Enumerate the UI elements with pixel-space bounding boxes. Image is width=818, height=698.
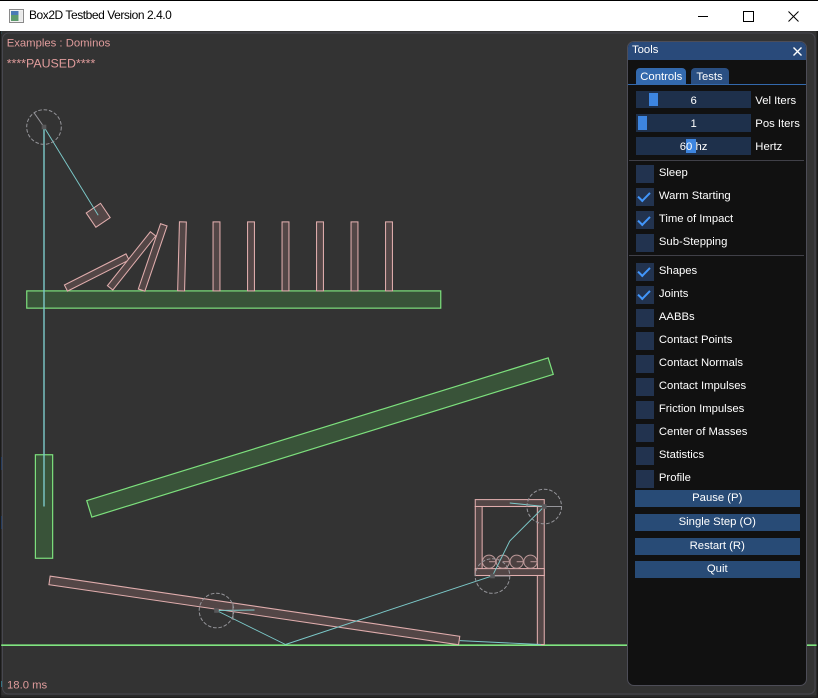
svg-text:****PAUSED****: ****PAUSED**** — [7, 56, 96, 70]
svg-text:18.0 ms: 18.0 ms — [7, 680, 48, 692]
svg-text:Examples : Dominos: Examples : Dominos — [7, 38, 111, 50]
